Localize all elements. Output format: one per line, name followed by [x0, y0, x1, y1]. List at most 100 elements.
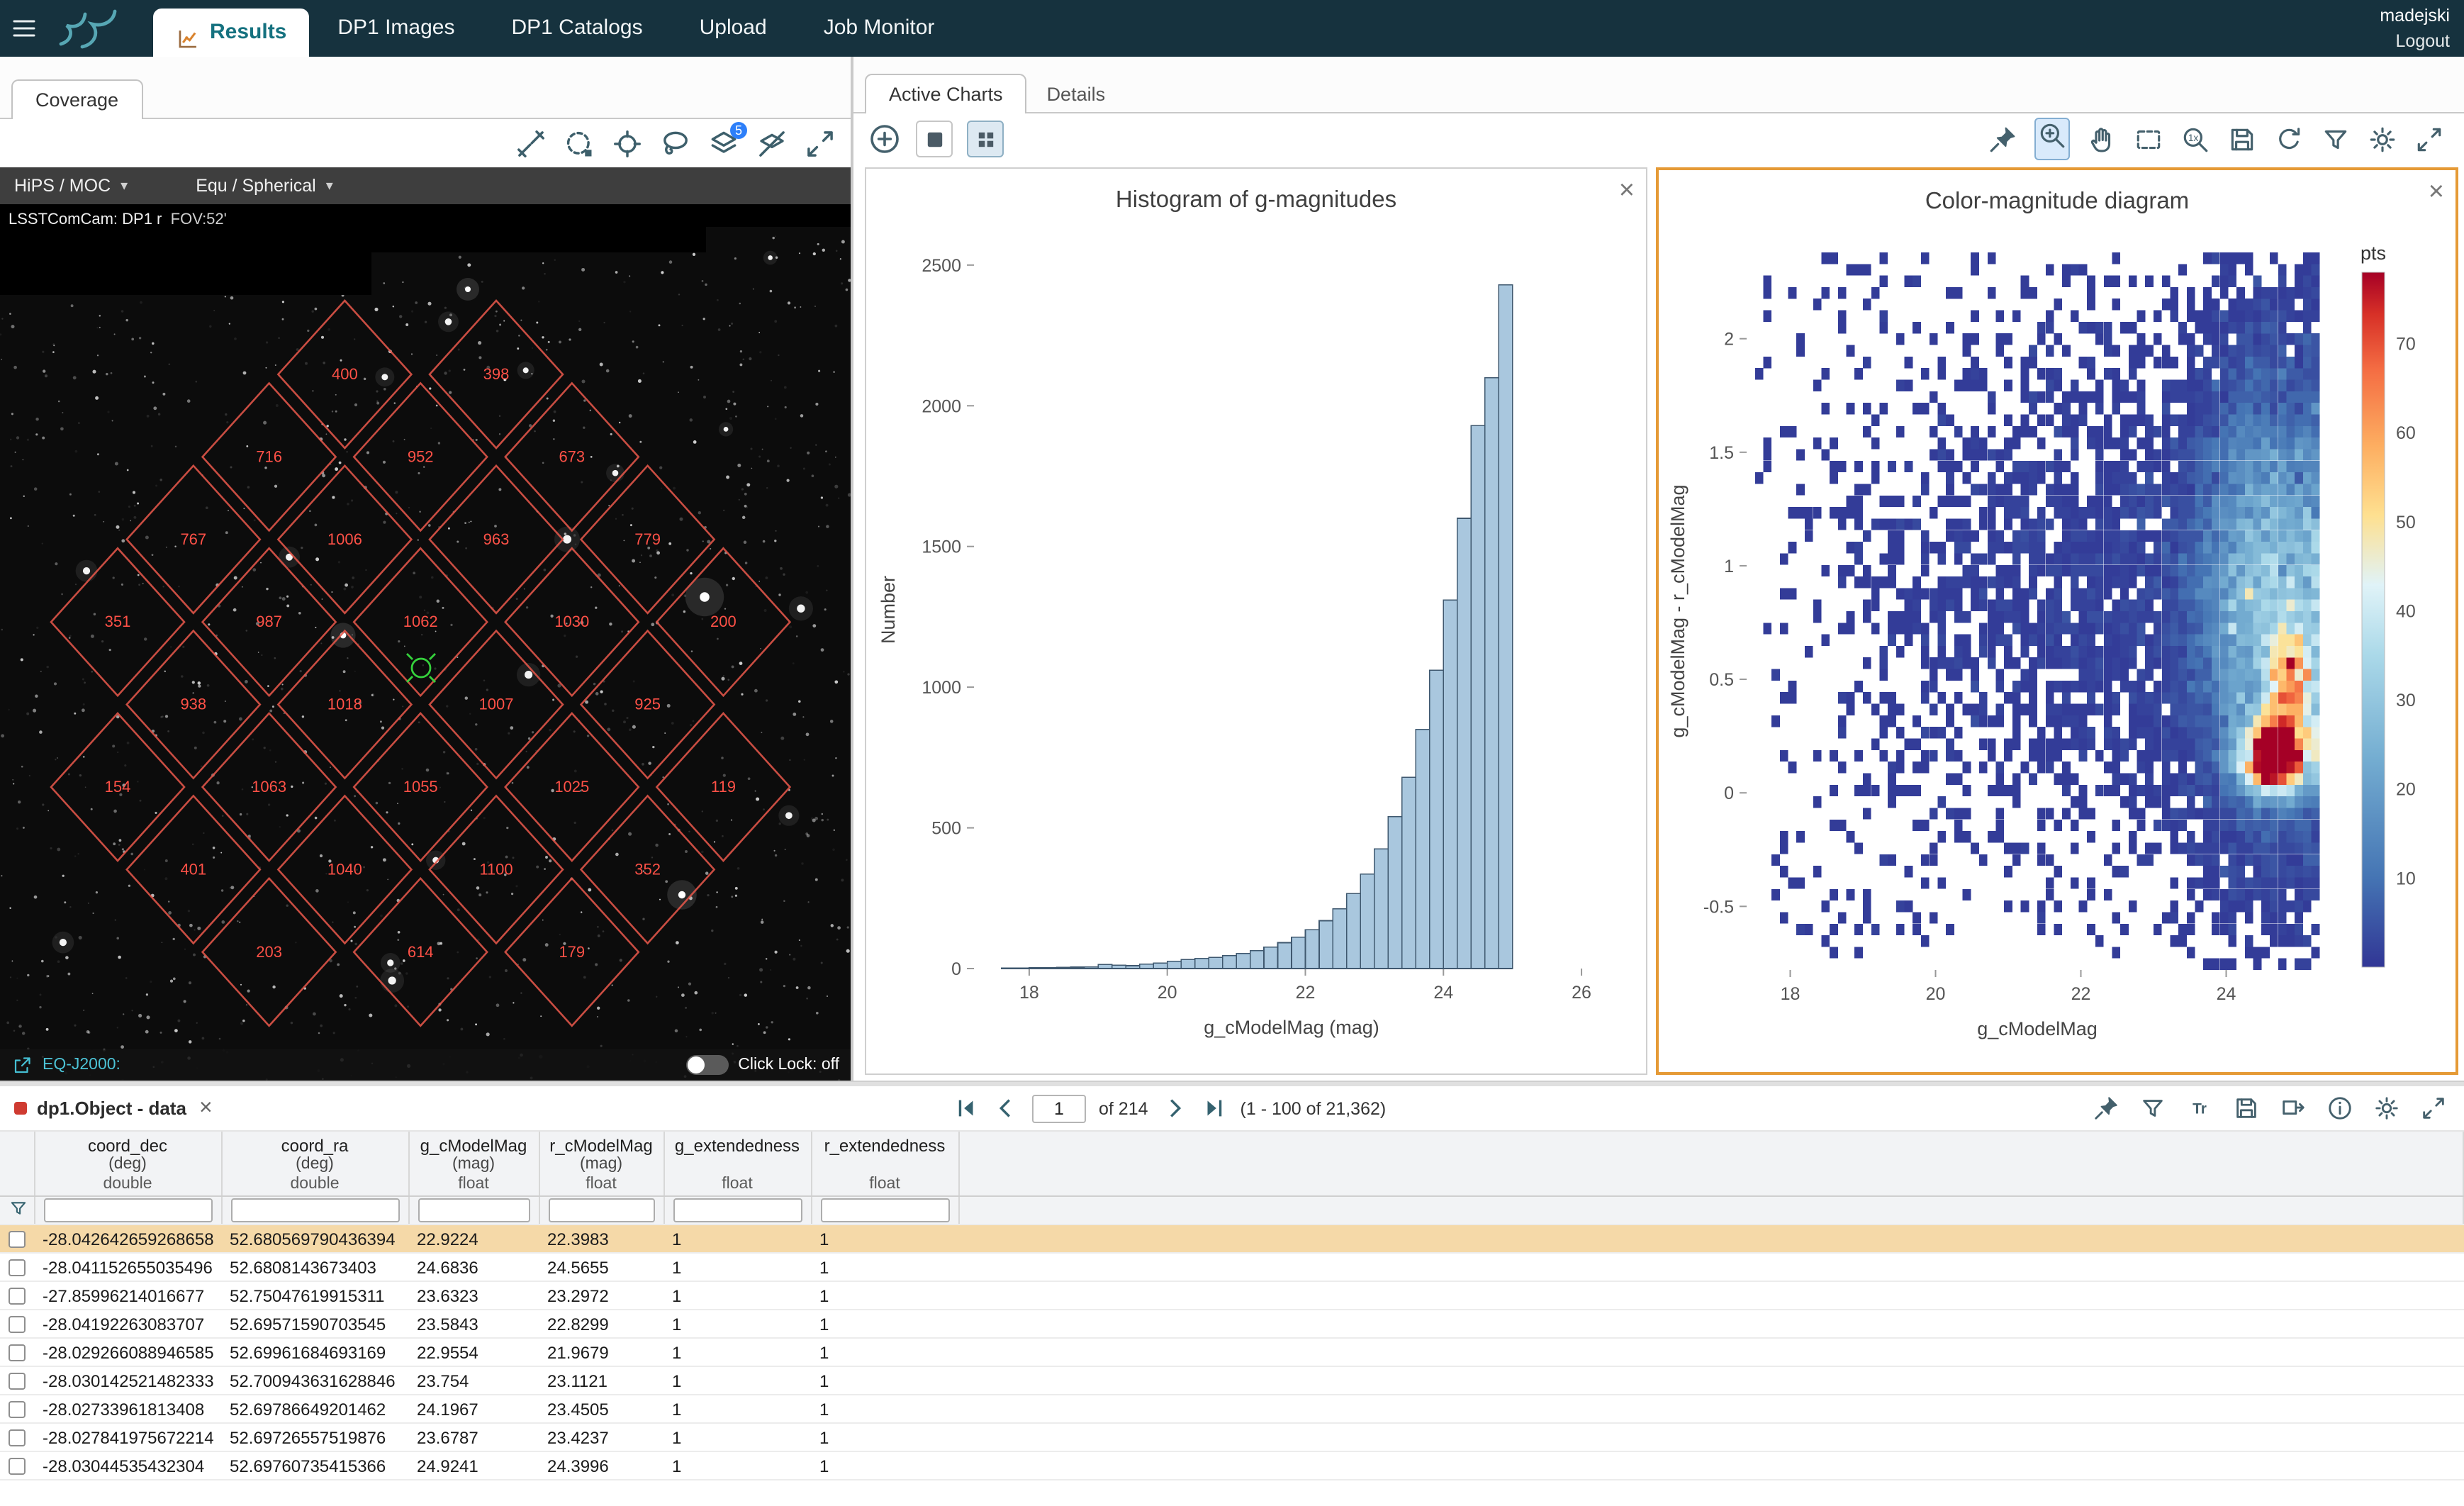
svg-text:154: 154 [105, 778, 131, 796]
table-row[interactable]: -28.0273396181340852.6978664920146224.19… [0, 1395, 2463, 1423]
cell: -28.030142521482333 [34, 1366, 221, 1395]
add-chart-icon[interactable] [868, 122, 902, 156]
svg-text:60: 60 [2396, 423, 2416, 443]
column-filter-input[interactable] [43, 1198, 212, 1222]
box-select-icon[interactable] [2134, 124, 2163, 154]
density-cells[interactable] [1755, 252, 2320, 970]
filter-icon[interactable] [2139, 1095, 2166, 1122]
row-checkbox[interactable] [9, 1372, 26, 1389]
column-filter-input[interactable] [418, 1198, 530, 1222]
row-checkbox[interactable] [9, 1429, 26, 1446]
nav-tab-dp1-catalogs[interactable]: DP1 Catalogs [483, 0, 671, 57]
expand-icon[interactable] [804, 127, 836, 160]
hips-moc-dropdown[interactable]: HiPS / MOC ▾ [14, 176, 128, 196]
nav-tab-dp1-images[interactable]: DP1 Images [309, 0, 483, 57]
column-header-r_cModelMag[interactable]: r_cModelMag(mag)float [539, 1132, 663, 1196]
first-page-icon[interactable] [953, 1095, 980, 1122]
filter-icon[interactable] [9, 1198, 28, 1218]
table-row[interactable]: -28.04115265503549652.680814367340324.68… [0, 1253, 2463, 1281]
settings-icon[interactable] [2373, 1095, 2400, 1122]
coverage-sky-view[interactable]: 4003987169526737671006963779351987106210… [0, 204, 851, 1081]
column-filter-input[interactable] [230, 1198, 399, 1222]
row-checkbox[interactable] [9, 1287, 26, 1304]
column-filter-input[interactable] [820, 1198, 949, 1222]
table-row[interactable]: -28.03014252148233352.70094363162884623.… [0, 1366, 2463, 1395]
pin-chart-icon[interactable] [2093, 1095, 2119, 1122]
save-icon[interactable] [2233, 1095, 2260, 1122]
svg-text:500: 500 [931, 819, 961, 839]
histogram-bars[interactable] [1002, 285, 1513, 969]
table-row[interactable]: -28.02926608894658552.6996168469316922.9… [0, 1338, 2463, 1366]
table-row[interactable]: -28.0419226308370752.6957159070354523.58… [0, 1310, 2463, 1338]
column-header-coord_ra[interactable]: coord_ra(deg)double [221, 1132, 408, 1196]
expand-icon[interactable] [2414, 124, 2444, 154]
row-checkbox[interactable] [9, 1457, 26, 1474]
nav-tab-upload[interactable]: Upload [671, 0, 795, 57]
row-checkbox[interactable] [9, 1230, 26, 1247]
restore-icon[interactable] [2274, 124, 2304, 154]
table-row[interactable]: -27.8599621401667752.7504761991531123.63… [0, 1281, 2463, 1310]
tools-icon[interactable] [515, 127, 547, 160]
layers-button[interactable]: 5 [707, 127, 740, 160]
text-view-icon[interactable]: Tr [2186, 1095, 2213, 1122]
pan-icon[interactable] [2087, 124, 2117, 154]
nav-tab-job-monitor[interactable]: Job Monitor [795, 0, 963, 57]
circle-select-icon[interactable] [563, 127, 595, 160]
expand-icon[interactable] [2420, 1095, 2447, 1122]
click-lock-toggle[interactable] [685, 1055, 728, 1075]
logout-link[interactable]: Logout [2380, 29, 2450, 54]
row-checkbox[interactable] [9, 1315, 26, 1332]
tab-coverage[interactable]: Coverage [11, 79, 142, 119]
histogram-plot[interactable]: 050010001500200025001820222426g_cModelMa… [866, 231, 1646, 1071]
tab-active-charts[interactable]: Active Charts [865, 74, 1027, 113]
filter-icon[interactable] [2321, 124, 2351, 154]
zoom-reset-icon[interactable]: 1x [2180, 124, 2210, 154]
table-row[interactable]: -28.04264265926865852.68056979043639422.… [0, 1225, 2463, 1253]
coverage-toolbar: 5 [0, 119, 851, 167]
column-filter-input[interactable] [673, 1198, 802, 1222]
table-splitter[interactable] [0, 1081, 2464, 1086]
external-link-icon[interactable] [11, 1054, 33, 1076]
column-filter-input[interactable] [548, 1198, 654, 1222]
row-checkbox[interactable] [9, 1259, 26, 1276]
tab-details[interactable]: Details [1027, 75, 1126, 113]
close-icon[interactable]: × [2429, 179, 2444, 206]
table-tab[interactable]: dp1.Object - data × [0, 1095, 227, 1121]
lasso-icon[interactable] [659, 127, 692, 160]
projection-dropdown[interactable]: Equ / Spherical ▾ [196, 176, 333, 196]
save-icon[interactable] [2227, 124, 2257, 154]
table-grid[interactable]: coord_dec(deg)doublecoord_ra(deg)doubleg… [0, 1132, 2464, 1506]
next-page-icon[interactable] [1161, 1095, 1188, 1122]
zoom-tool-active[interactable] [2034, 118, 2070, 160]
grid-view-button[interactable] [967, 121, 1004, 157]
table-row[interactable]: -28.02784197567221452.6972655751987623.6… [0, 1423, 2463, 1451]
prev-page-icon[interactable] [992, 1095, 1019, 1122]
top-navbar: Results DP1 Images DP1 Catalogs Upload J… [0, 0, 2464, 57]
histogram-chart-card[interactable]: Histogram of g-magnitudes × 050010001500… [865, 167, 1647, 1075]
pin-table-icon[interactable] [2280, 1095, 2307, 1122]
menu-button[interactable] [0, 0, 48, 57]
nav-tab-results[interactable]: Results [153, 9, 309, 57]
close-icon[interactable]: × [1619, 177, 1635, 204]
center-icon[interactable] [611, 127, 644, 160]
info-icon[interactable] [2326, 1095, 2353, 1122]
page-number-input[interactable] [1032, 1094, 1086, 1122]
pin-icon[interactable] [1988, 124, 2017, 154]
cmd-plot[interactable]: -0.500.511.5218202224g_cModelMagg_cModel… [1659, 233, 2455, 1072]
column-header-g_extendedness[interactable]: g_extendednessfloat [663, 1132, 811, 1196]
sky-image[interactable]: 4003987169526737671006963779351987106210… [0, 204, 851, 1081]
table-close-button[interactable]: × [199, 1095, 213, 1121]
table-toolbar: Tr [2093, 1095, 2447, 1122]
table-row[interactable]: -28.0304453543230452.6976073541536624.92… [0, 1451, 2463, 1480]
column-header-coord_dec[interactable]: coord_dec(deg)double [34, 1132, 221, 1196]
column-header-g_cModelMag[interactable]: g_cModelMag(mag)float [408, 1132, 539, 1196]
layers-off-icon[interactable] [756, 127, 788, 160]
last-page-icon[interactable] [1201, 1095, 1228, 1122]
cell: 1 [811, 1253, 958, 1281]
settings-icon[interactable] [2368, 124, 2397, 154]
row-checkbox[interactable] [9, 1400, 26, 1417]
cmd-chart-card[interactable]: Color-magnitude diagram × -0.500.511.521… [1656, 167, 2458, 1075]
row-checkbox[interactable] [9, 1344, 26, 1361]
column-header-r_extendedness[interactable]: r_extendednessfloat [811, 1132, 958, 1196]
single-view-button[interactable] [916, 121, 953, 157]
